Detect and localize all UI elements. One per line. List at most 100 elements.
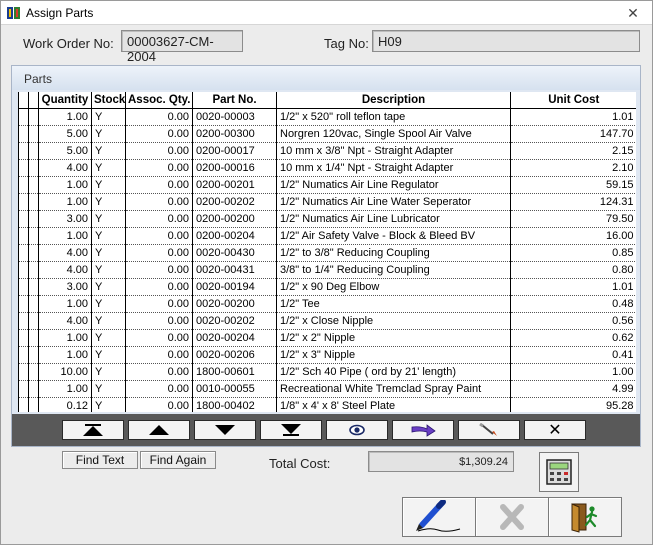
description-cell[interactable]: 1/2" Numatics Air Line Water Seperator	[276, 193, 511, 211]
first-record-button[interactable]	[62, 420, 124, 440]
stock-cell[interactable]: Y	[91, 193, 126, 211]
row-selector-2[interactable]	[28, 397, 39, 412]
assoc-qty-cell[interactable]: 0.00	[125, 397, 193, 412]
last-record-button[interactable]	[260, 420, 322, 440]
quantity-cell[interactable]: 3.00	[38, 210, 92, 228]
view-record-button[interactable]	[326, 420, 388, 440]
row-selector-2[interactable]	[28, 227, 39, 245]
row-selector-2[interactable]	[28, 278, 39, 296]
part-no-cell[interactable]: 0020-00200	[192, 295, 277, 313]
row-selector-2[interactable]	[28, 210, 39, 228]
part-no-cell[interactable]: 0020-00430	[192, 244, 277, 262]
row-selector-2[interactable]	[28, 380, 39, 398]
part-no-cell[interactable]: 0020-00204	[192, 329, 277, 347]
part-no-cell[interactable]: 0200-00300	[192, 125, 277, 143]
row-selector-2[interactable]	[28, 329, 39, 347]
stock-cell[interactable]: Y	[91, 244, 126, 262]
quantity-cell[interactable]: 0.12	[38, 397, 92, 412]
quantity-cell[interactable]: 4.00	[38, 244, 92, 262]
row-selector[interactable]	[18, 329, 29, 347]
description-cell[interactable]: 1/2" Numatics Air Line Lubricator	[276, 210, 511, 228]
stock-cell[interactable]: Y	[91, 210, 126, 228]
description-cell[interactable]: 1/2" to 3/8" Reducing Coupling	[276, 244, 511, 262]
description-cell[interactable]: Norgren 120vac, Single Spool Air Valve	[276, 125, 511, 143]
description-cell[interactable]: 1/2" x 520" roll teflon tape	[276, 108, 511, 126]
unit-cost-cell[interactable]: 1.01	[510, 108, 636, 126]
table-row[interactable]: 4.00 Y 0.00 0020-00202 1/2" x Close Nipple 0.…	[18, 312, 636, 330]
table-row[interactable]: 1.00 Y 0.00 0020-00204 1/2" x 2" Nipple 0.62	[18, 329, 636, 347]
quantity-cell[interactable]: 1.00	[38, 176, 92, 194]
quantity-cell[interactable]: 1.00	[38, 380, 92, 398]
assoc-qty-cell[interactable]: 0.00	[125, 210, 193, 228]
part-no-cell[interactable]: 0200-00204	[192, 227, 277, 245]
row-selector[interactable]	[18, 193, 29, 211]
table-row[interactable]: 3.00 Y 0.00 0200-00200 1/2" Numatics Air Lin…	[18, 210, 636, 228]
previous-record-button[interactable]	[128, 420, 190, 440]
unit-cost-cell[interactable]: 0.85	[510, 244, 636, 262]
table-row[interactable]: 1.00 Y 0.00 0020-00003 1/2" x 520" roll tefl…	[18, 108, 636, 126]
quantity-cell[interactable]: 1.00	[38, 346, 92, 364]
quantity-cell[interactable]: 5.00	[38, 142, 92, 160]
assoc-qty-cell[interactable]: 0.00	[125, 380, 193, 398]
assoc-qty-cell[interactable]: 0.00	[125, 227, 193, 245]
quantity-cell[interactable]: 5.00	[38, 125, 92, 143]
description-cell[interactable]: 10 mm x 1/4" Npt - Straight Adapter	[276, 159, 511, 177]
part-no-cell[interactable]: 0020-00206	[192, 346, 277, 364]
edit-record-button[interactable]	[458, 420, 520, 440]
unit-cost-cell[interactable]: 0.48	[510, 295, 636, 313]
assoc-qty-cell[interactable]: 0.00	[125, 159, 193, 177]
assoc-qty-cell[interactable]: 0.00	[125, 244, 193, 262]
stock-cell[interactable]: Y	[91, 227, 126, 245]
part-no-cell[interactable]: 0200-00201	[192, 176, 277, 194]
go-to-record-button[interactable]	[392, 420, 454, 440]
column-header-part-no[interactable]: Part No.	[192, 92, 277, 109]
assoc-qty-cell[interactable]: 0.00	[125, 261, 193, 279]
row-selector[interactable]	[18, 125, 29, 143]
assoc-qty-cell[interactable]: 0.00	[125, 176, 193, 194]
table-row[interactable]: 1.00 Y 0.00 0200-00204 1/2" Air Safety Valve…	[18, 227, 636, 245]
unit-cost-cell[interactable]: 4.99	[510, 380, 636, 398]
row-selector[interactable]	[18, 176, 29, 194]
table-row[interactable]: 5.00 Y 0.00 0200-00300 Norgren 120vac, Singl…	[18, 125, 636, 143]
stock-cell[interactable]: Y	[91, 278, 126, 296]
unit-cost-cell[interactable]: 147.70	[510, 125, 636, 143]
part-no-cell[interactable]: 0200-00017	[192, 142, 277, 160]
part-no-cell[interactable]: 1800-00601	[192, 363, 277, 381]
column-header-stock[interactable]: Stock	[91, 92, 126, 109]
stock-cell[interactable]: Y	[91, 295, 126, 313]
table-row[interactable]: 4.00 Y 0.00 0200-00016 10 mm x 1/4" Npt - St…	[18, 159, 636, 177]
row-selector[interactable]	[18, 261, 29, 279]
row-selector-2[interactable]	[28, 193, 39, 211]
stock-cell[interactable]: Y	[91, 312, 126, 330]
stock-cell[interactable]: Y	[91, 142, 126, 160]
row-selector[interactable]	[18, 210, 29, 228]
quantity-cell[interactable]: 1.00	[38, 329, 92, 347]
unit-cost-cell[interactable]: 2.10	[510, 159, 636, 177]
description-cell[interactable]: 1/2" Numatics Air Line Regulator	[276, 176, 511, 194]
quantity-cell[interactable]: 4.00	[38, 261, 92, 279]
find-again-button[interactable]: Find Again	[140, 451, 216, 469]
row-selector-2[interactable]	[28, 142, 39, 160]
assoc-qty-cell[interactable]: 0.00	[125, 329, 193, 347]
quantity-cell[interactable]: 1.00	[38, 227, 92, 245]
stock-cell[interactable]: Y	[91, 346, 126, 364]
stock-cell[interactable]: Y	[91, 397, 126, 412]
description-cell[interactable]: 10 mm x 3/8" Npt - Straight Adapter	[276, 142, 511, 160]
stock-cell[interactable]: Y	[91, 363, 126, 381]
unit-cost-cell[interactable]: 79.50	[510, 210, 636, 228]
assoc-qty-cell[interactable]: 0.00	[125, 363, 193, 381]
stock-cell[interactable]: Y	[91, 125, 126, 143]
assoc-qty-cell[interactable]: 0.00	[125, 295, 193, 313]
description-cell[interactable]: 3/8" to 1/4" Reducing Coupling	[276, 261, 511, 279]
unit-cost-cell[interactable]: 0.41	[510, 346, 636, 364]
unit-cost-cell[interactable]: 0.62	[510, 329, 636, 347]
stock-cell[interactable]: Y	[91, 108, 126, 126]
stock-cell[interactable]: Y	[91, 159, 126, 177]
row-selector-2[interactable]	[28, 295, 39, 313]
unit-cost-cell[interactable]: 95.28	[510, 397, 636, 412]
unit-cost-cell[interactable]: 124.31	[510, 193, 636, 211]
quantity-cell[interactable]: 1.00	[38, 108, 92, 126]
row-selector[interactable]	[18, 346, 29, 364]
part-no-cell[interactable]: 0020-00202	[192, 312, 277, 330]
description-cell[interactable]: 1/2" Air Safety Valve - Block & Bleed BV	[276, 227, 511, 245]
